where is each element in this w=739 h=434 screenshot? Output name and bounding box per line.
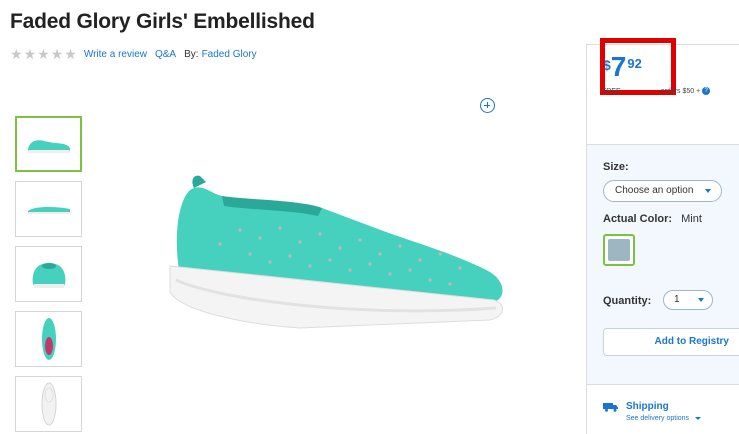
delivery-options-link[interactable]: See delivery options <box>626 415 701 422</box>
color-swatch-mint[interactable] <box>603 234 635 266</box>
quantity-select[interactable]: 1 <box>663 290 713 310</box>
brand-link[interactable]: Faded Glory <box>202 49 257 60</box>
star-icon: ★ <box>37 46 50 62</box>
star-icon: ★ <box>10 46 23 62</box>
chevron-down-icon <box>705 189 711 193</box>
qa-link[interactable]: Q&A <box>155 49 176 60</box>
star-icon: ★ <box>50 46 64 62</box>
shoe-thumbnail-image <box>27 206 70 214</box>
star-icon: ★ <box>64 46 77 62</box>
size-select-value: Choose an option <box>615 185 694 196</box>
quantity-value: 1 <box>674 294 680 305</box>
thumbnail-top[interactable] <box>15 311 82 367</box>
star-icon: ★ <box>23 46 37 62</box>
shoe-thumbnail-image <box>41 382 56 426</box>
chevron-down-icon <box>698 298 704 302</box>
color-label-row: Actual Color: Mint <box>603 213 702 225</box>
product-meta-row: ★ ★ ★ ★ ★ Write a review Q&A By: Faded G… <box>10 47 265 61</box>
shoe-thumbnail-image <box>41 318 56 360</box>
zoom-in-icon[interactable] <box>480 98 495 113</box>
info-icon[interactable]: ? <box>702 87 711 95</box>
rating-stars[interactable]: ★ ★ ★ ★ ★ <box>10 47 78 61</box>
thumbnail-side-flat[interactable] <box>15 181 82 237</box>
shoe-thumbnail-image <box>27 140 70 153</box>
shipping-section: Shipping See delivery options <box>587 384 739 434</box>
truck-icon <box>603 403 618 412</box>
quantity-label: Quantity: <box>603 295 652 307</box>
add-to-registry-button[interactable]: Add to Registry <box>603 328 739 356</box>
free-shipping-note-start: FREE <box>602 87 621 95</box>
thumbnail-side[interactable] <box>15 116 82 172</box>
color-swatch-image <box>608 239 630 261</box>
options-section: Size: Choose an option Actual Color: Min… <box>587 144 739 384</box>
thumbnail-back[interactable] <box>15 246 82 302</box>
write-review-link[interactable]: Write a review <box>84 49 147 60</box>
shoe-thumbnail-image <box>32 263 65 288</box>
size-select[interactable]: Choose an option <box>603 180 722 202</box>
shipping-title: Shipping <box>626 401 669 412</box>
thumbnail-list <box>15 116 82 434</box>
main-product-image <box>169 175 503 329</box>
free-shipping-note-end: orders $50 + <box>660 87 701 95</box>
by-label: By: <box>184 48 199 60</box>
price-box: $ 7 92 FREE orders $50 + ? <box>587 38 739 144</box>
chevron-down-icon <box>695 416 701 420</box>
color-value: Mint <box>681 213 702 225</box>
product-title: Faded Glory Girls' Embellished <box>10 10 315 33</box>
delivery-options-label: See delivery options <box>626 415 690 422</box>
purchase-panel: $ 7 92 FREE orders $50 + ? Size: Choose … <box>586 38 739 434</box>
thumbnail-sole[interactable] <box>15 376 82 432</box>
free-shipping-note: FREE orders $50 + ? <box>602 87 711 95</box>
color-label: Actual Color: <box>603 213 673 225</box>
size-label: Size: <box>603 161 629 173</box>
